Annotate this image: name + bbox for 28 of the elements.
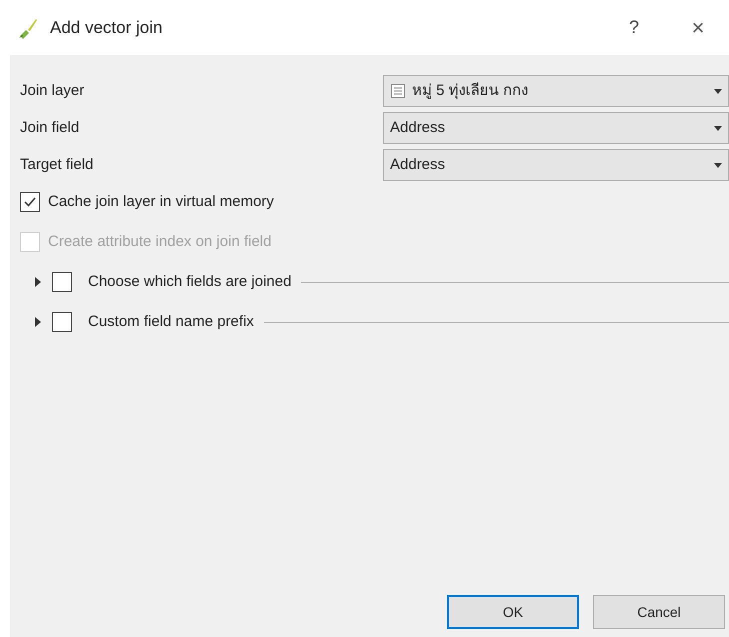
dropdown[interactable]: Address [383, 149, 729, 181]
checkbox-label: Cache join layer in virtual memory [48, 192, 274, 212]
close-button[interactable]: × [683, 11, 713, 44]
dropdown-value: หมู่ 5 ทุ่งเลียน กกง [412, 80, 529, 102]
dropdown-arrow-icon [714, 162, 722, 168]
checkbox-label: Create attribute index on join field [48, 232, 272, 252]
checkbox[interactable] [52, 312, 72, 332]
group-title: Custom field name prefix [88, 312, 254, 332]
dropdown-arrow-icon [714, 88, 722, 94]
group-title: Choose which fields are joined [88, 272, 292, 292]
dropdown-arrow-icon [714, 126, 722, 130]
collapsed-arrow-icon[interactable] [34, 317, 42, 327]
dropdown[interactable]: Address [383, 112, 729, 144]
field-label: Join layer [20, 80, 86, 101]
dialog-button[interactable]: Cancel [593, 595, 725, 629]
window-title: Add vector join [50, 16, 162, 39]
field-label: Target field [20, 154, 94, 175]
checkbox[interactable] [52, 272, 72, 292]
table-icon [390, 83, 406, 99]
collapsed-arrow-icon[interactable] [34, 277, 42, 287]
dropdown-value: Address [390, 154, 446, 175]
dialog-button[interactable]: OK [447, 595, 579, 629]
dropdown-value: Address [390, 118, 446, 138]
check-icon [23, 195, 37, 209]
checkbox[interactable] [20, 192, 40, 212]
field-label: Join field [20, 118, 80, 138]
help-button[interactable]: ? [619, 14, 649, 41]
dropdown[interactable]: หมู่ 5 ทุ่งเลียน กกง [383, 75, 729, 107]
